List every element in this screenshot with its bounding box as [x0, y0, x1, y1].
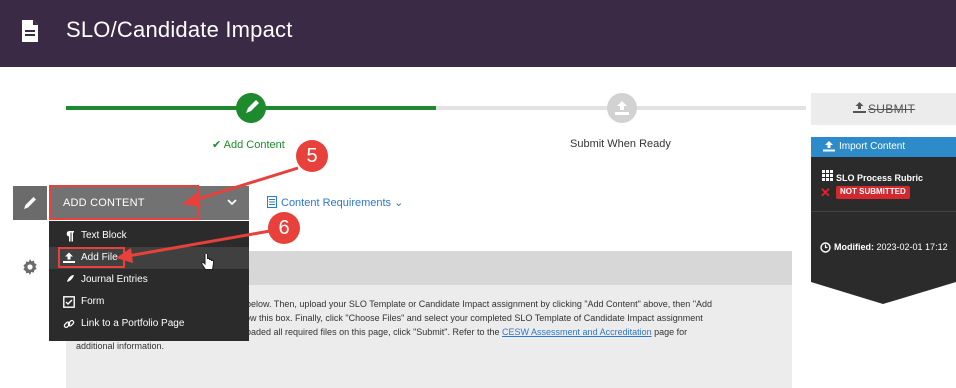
quill-icon — [64, 275, 74, 285]
pencil-icon — [24, 197, 36, 209]
modified-timestamp: Modified: 2023-02-01 17:12 — [834, 242, 948, 252]
upload-icon — [853, 102, 866, 113]
step-add-content[interactable] — [236, 93, 266, 123]
modified-value: 2023-02-01 17:12 — [876, 242, 948, 252]
paragraph-icon — [66, 231, 74, 242]
menu-item-text-block[interactable]: Text Block — [49, 225, 249, 247]
menu-item-journal-entries[interactable]: Journal Entries — [49, 269, 249, 291]
annotation-step-5: 5 — [296, 140, 328, 172]
instructions-line-4: additional information. — [76, 341, 165, 351]
menu-item-label: Journal Entries — [81, 274, 148, 285]
menu-item-label: Link to a Portfolio Page — [81, 318, 185, 329]
link-icon — [63, 319, 75, 329]
content-requirements-link[interactable]: Content Requirements ⌄ — [267, 196, 403, 209]
instructions-line-1: rm below. Then, upload your SLO Template… — [233, 299, 713, 309]
menu-item-label: Form — [81, 296, 105, 307]
annotation-step-6: 6 — [268, 212, 300, 244]
instructions-line-3: ploaded all required files on this page,… — [239, 325, 687, 339]
clock-icon — [820, 242, 831, 253]
upload-icon — [615, 101, 629, 115]
menu-item-add-file[interactable]: Add File — [49, 247, 249, 269]
menu-item-form[interactable]: Form — [49, 291, 249, 313]
step-label-submit: Submit When Ready — [570, 138, 671, 150]
page-root: { "header": { "title": "SLO/Candidate Im… — [0, 0, 956, 388]
upload-icon — [823, 141, 835, 152]
step-submit-when-ready[interactable] — [607, 93, 637, 123]
step-label-add-content: ✔ Add Content — [212, 139, 285, 151]
menu-item-label: Add File — [81, 252, 118, 263]
cesw-assessment-link[interactable]: CESW Assessment and Accreditation — [502, 327, 652, 337]
modified-label: Modified: — [834, 242, 874, 252]
app-header: SLO/Candidate Impact — [0, 0, 956, 67]
pencil-icon — [246, 100, 259, 113]
instructions-line-3-post: page for — [651, 327, 688, 337]
import-content-label: Import Content — [839, 141, 906, 152]
content-requirements-label: Content Requirements ⌄ — [281, 197, 404, 209]
document-icon — [267, 196, 277, 208]
hand-cursor-icon — [201, 254, 214, 270]
submit-label: SUBMIT — [868, 102, 916, 116]
page-title: SLO/Candidate Impact — [66, 17, 293, 42]
edit-mode-button[interactable] — [13, 186, 47, 220]
panel-divider — [811, 211, 956, 212]
instructions-line-2: below this box. Finally, click "Choose F… — [233, 313, 703, 323]
gear-icon[interactable] — [22, 259, 38, 275]
add-content-dropdown[interactable]: ADD CONTENT — [49, 186, 249, 220]
import-content-button[interactable]: Import Content — [811, 137, 956, 157]
chevron-down-icon — [227, 199, 237, 206]
x-icon: ✕ — [820, 185, 831, 200]
status-badge: NOT SUBMITTED — [836, 186, 910, 199]
upload-icon — [63, 252, 75, 263]
checkbox-icon — [63, 296, 75, 308]
submit-button[interactable]: SUBMIT — [811, 93, 956, 125]
menu-item-link-portfolio[interactable]: Link to a Portfolio Page — [49, 313, 249, 335]
grid-icon — [822, 170, 833, 181]
instructions-line-3-pre: ploaded all required files on this page,… — [239, 327, 503, 337]
add-content-label: ADD CONTENT — [63, 197, 145, 209]
rubric-link[interactable]: SLO Process Rubric — [836, 173, 923, 183]
add-content-menu: Text Block Add File Journal Entries Form… — [49, 221, 249, 341]
document-icon — [22, 20, 38, 42]
side-panel-arrow — [811, 282, 956, 304]
menu-item-label: Text Block — [81, 230, 127, 241]
side-panel — [811, 137, 956, 282]
